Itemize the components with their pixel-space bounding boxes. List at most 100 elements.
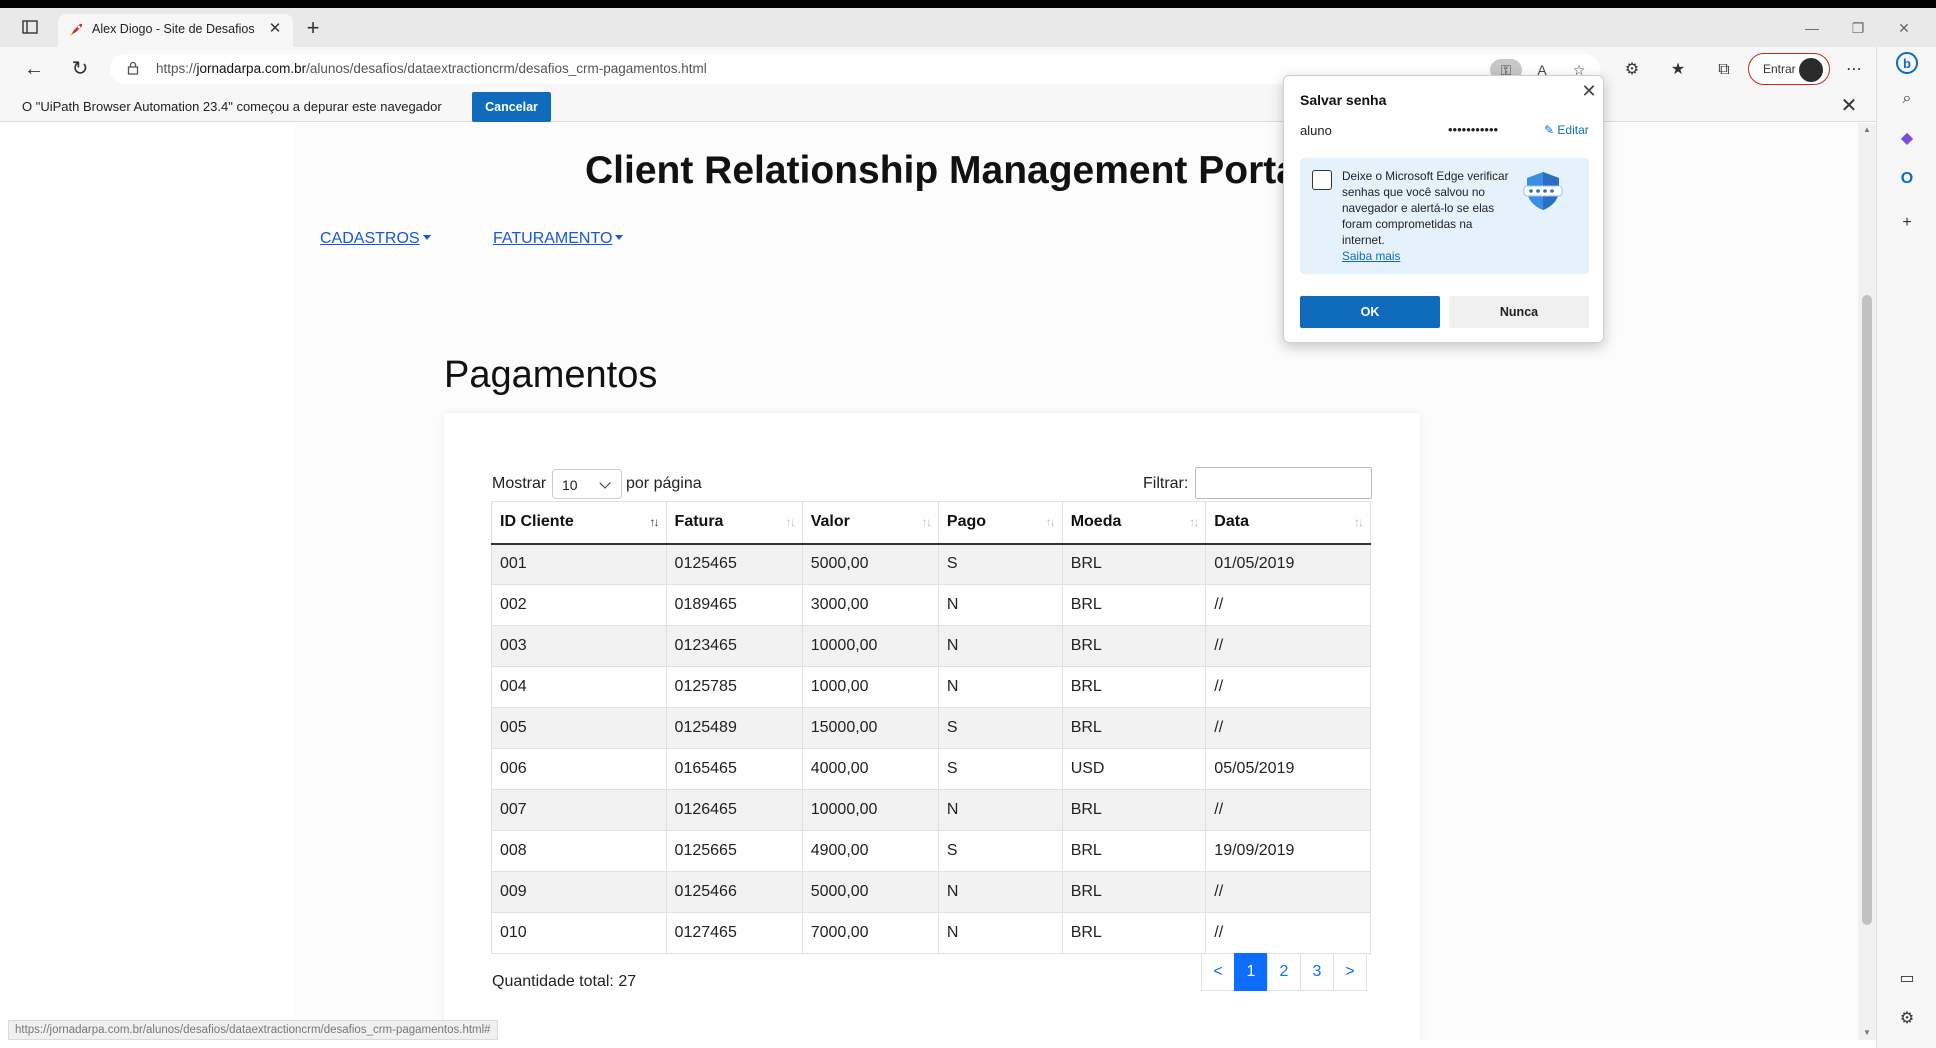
edge-sidebar: b ⌕ ◆ O + ▭ ⚙: [1876, 47, 1936, 1048]
window-top-border: [0, 0, 1936, 8]
table-cell: //: [1205, 871, 1371, 913]
pagination-prev[interactable]: <: [1201, 953, 1235, 991]
table-row: 001 0125465 5000,00 S BRL 01/05/2019: [491, 543, 1371, 585]
menu-faturamento-label: FATURAMENTO: [493, 230, 613, 247]
page-margin: [0, 123, 295, 1040]
menu-faturamento[interactable]: FATURAMENTO: [493, 230, 624, 248]
password-monitor-checkbox[interactable]: [1312, 170, 1332, 190]
browser-tab[interactable]: Alex Diogo - Site de Desafios RPA ✕: [58, 14, 293, 47]
scrollbar-thumb[interactable]: [1862, 295, 1872, 925]
chevron-down-icon: [599, 477, 611, 489]
table-row: 005 0125489 15000,00 S BRL//: [491, 707, 1371, 749]
vertical-scrollbar[interactable]: ▲ ▼: [1858, 123, 1876, 1040]
shield-icon: [1523, 172, 1563, 210]
col-header-data[interactable]: Data ↑↓: [1205, 501, 1371, 545]
table-cell: 0126465: [665, 789, 803, 831]
table-cell: 0125489: [665, 707, 803, 749]
table-cell: 0125785: [665, 666, 803, 708]
table-cell: 005: [491, 707, 667, 749]
add-sidebar-app-icon[interactable]: +: [1895, 211, 1919, 235]
table-cell: //: [1205, 789, 1371, 831]
lock-icon: [127, 61, 139, 75]
table-cell: 15000,00: [801, 707, 939, 749]
minimize-icon[interactable]: —: [1792, 16, 1832, 40]
new-tab-icon[interactable]: +: [302, 17, 324, 40]
table-cell: BRL: [1061, 871, 1207, 913]
url-host: jornadarpa.com.br: [196, 61, 307, 76]
never-save-button[interactable]: Nunca: [1449, 296, 1589, 328]
scroll-up-icon[interactable]: ▲: [1862, 125, 1872, 134]
col-header-valor[interactable]: Valor ↑↓: [801, 501, 939, 545]
table-cell: 01/05/2019: [1205, 543, 1371, 585]
sidebar-settings-icon[interactable]: ⚙: [1895, 1007, 1919, 1031]
edit-password-link[interactable]: ✎ Editar: [1544, 123, 1589, 137]
table-cell: 10000,00: [801, 625, 939, 667]
portal-title: Client Relationship Management Portal: [585, 149, 1309, 192]
table-cell: 5000,00: [801, 543, 939, 585]
collections-icon[interactable]: ⧉: [1712, 58, 1736, 82]
col-header-id-cliente[interactable]: ID Cliente ↑↓: [491, 501, 667, 545]
table-row: 004 0125785 1000,00 N BRL//: [491, 666, 1371, 708]
table-cell: //: [1205, 707, 1371, 749]
signin-button[interactable]: Entrar: [1748, 53, 1830, 85]
col-header-fatura[interactable]: Fatura ↑↓: [665, 501, 803, 545]
restore-icon[interactable]: ❐: [1838, 16, 1878, 40]
cancel-debug-button[interactable]: Cancelar: [472, 92, 551, 122]
tab-strip: Alex Diogo - Site de Desafios RPA ✕ + — …: [0, 8, 1936, 47]
extensions-icon[interactable]: ⚙: [1620, 58, 1644, 82]
url-text: https://jornadarpa.com.br/alunos/desafio…: [156, 61, 707, 76]
col-header-pago[interactable]: Pago ↑↓: [937, 501, 1063, 545]
signin-label: Entrar: [1763, 62, 1796, 76]
infobar-close-icon[interactable]: ✕: [1838, 95, 1860, 117]
table-row: 003 0123465 10000,00 N BRL//: [491, 625, 1371, 667]
col-label: ID Cliente: [500, 513, 574, 531]
sidebar-layout-icon[interactable]: ▭: [1895, 967, 1919, 991]
copilot-icon[interactable]: b: [1895, 51, 1919, 75]
window-close-icon[interactable]: ✕: [1884, 16, 1924, 40]
save-password-ok-button[interactable]: OK: [1300, 296, 1440, 328]
filter-input[interactable]: [1195, 467, 1372, 499]
table-cell: BRL: [1061, 789, 1207, 831]
table-row: 002 0189465 3000,00 N BRL//: [491, 584, 1371, 626]
scroll-down-icon[interactable]: ▼: [1862, 1028, 1872, 1037]
col-header-moeda[interactable]: Moeda ↑↓: [1061, 501, 1207, 545]
learn-more-link[interactable]: Saiba mais: [1342, 248, 1512, 264]
svg-text:b: b: [1903, 56, 1911, 71]
table-cell: N: [937, 584, 1063, 626]
menu-cadastros[interactable]: CADASTROS: [320, 230, 431, 248]
pagination-page-3[interactable]: 3: [1300, 953, 1334, 991]
popup-close-icon[interactable]: ✕: [1578, 80, 1600, 102]
tab-title: Alex Diogo - Site de Desafios RPA: [92, 22, 257, 36]
pagination-page-2[interactable]: 2: [1267, 953, 1301, 991]
table-cell: S: [937, 543, 1063, 585]
show-label: Mostrar: [492, 475, 547, 492]
table-cell: 007: [491, 789, 667, 831]
edit-label: Editar: [1557, 123, 1589, 137]
table-cell: BRL: [1061, 830, 1207, 872]
saved-username: aluno: [1300, 123, 1332, 138]
pagination-next[interactable]: >: [1333, 953, 1367, 991]
outlook-icon[interactable]: O: [1895, 167, 1919, 191]
tab-actions-icon[interactable]: [18, 17, 42, 37]
refresh-icon[interactable]: ↻: [68, 58, 92, 82]
search-icon[interactable]: ⌕: [1895, 87, 1919, 111]
page-size-select[interactable]: 10: [552, 469, 622, 499]
monitor-description: Deixe o Microsoft Edge verificar senhas …: [1342, 169, 1509, 247]
pagination: < 1 2 3 >: [1201, 953, 1367, 991]
saved-password-mask: •••••••••••: [1448, 122, 1499, 137]
back-icon[interactable]: ←: [22, 58, 46, 82]
tab-close-icon[interactable]: ✕: [265, 19, 285, 39]
table-cell: //: [1205, 912, 1371, 954]
shopping-icon[interactable]: ◆: [1895, 127, 1919, 151]
table-row: 010 0127465 7000,00 N BRL//: [491, 912, 1371, 954]
table-cell: N: [937, 625, 1063, 667]
col-label: Valor: [810, 513, 850, 531]
table-cell: 006: [491, 748, 667, 790]
pencil-icon: ✎: [1544, 123, 1558, 137]
payments-card: Mostrar 10 por página Filtrar: ID Client…: [444, 413, 1420, 1040]
sort-icon: ↑↓: [921, 515, 932, 529]
more-menu-icon[interactable]: ⋯: [1842, 58, 1866, 82]
pagination-page-1[interactable]: 1: [1234, 953, 1268, 991]
popup-title: Salvar senha: [1300, 92, 1387, 108]
favorites-icon[interactable]: ★: [1666, 58, 1690, 82]
